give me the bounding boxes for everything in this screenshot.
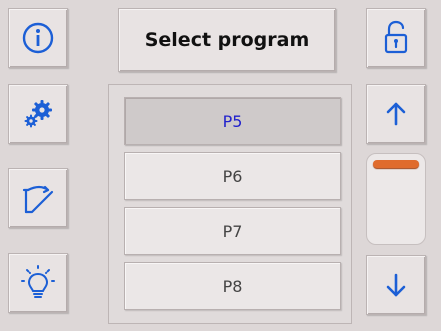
scrollbar-thumb[interactable] — [373, 160, 419, 168]
page-title-text: Select program — [144, 29, 310, 51]
program-item-p5[interactable]: P5 — [124, 97, 341, 145]
trajectory-button[interactable] — [8, 168, 68, 228]
program-label: P6 — [222, 166, 243, 186]
info-button[interactable] — [8, 8, 68, 68]
program-list: P5 P6 P7 P8 — [108, 84, 352, 324]
gears-icon — [20, 98, 56, 130]
info-icon — [21, 21, 55, 55]
program-item-p8[interactable]: P8 — [124, 262, 341, 310]
page-title: Select program — [118, 8, 336, 72]
program-label: P5 — [222, 111, 243, 131]
settings-button[interactable] — [8, 84, 68, 144]
program-label: P8 — [222, 276, 243, 296]
trajectory-icon — [18, 178, 58, 218]
program-label: P7 — [222, 221, 243, 241]
arrow-down-icon — [384, 272, 408, 298]
arrow-up-icon — [384, 101, 408, 127]
program-item-p7[interactable]: P7 — [124, 207, 341, 255]
lightbulb-icon — [19, 263, 57, 303]
light-button[interactable] — [8, 253, 68, 313]
lock-button[interactable] — [366, 8, 426, 68]
program-select-screen: Select program P5 P6 P7 P8 — [0, 0, 441, 331]
unlocked-padlock-icon — [381, 20, 411, 56]
scrollbar-track[interactable] — [366, 153, 426, 245]
scroll-down-button[interactable] — [366, 255, 426, 315]
program-item-p6[interactable]: P6 — [124, 152, 341, 200]
scroll-up-button[interactable] — [366, 84, 426, 144]
